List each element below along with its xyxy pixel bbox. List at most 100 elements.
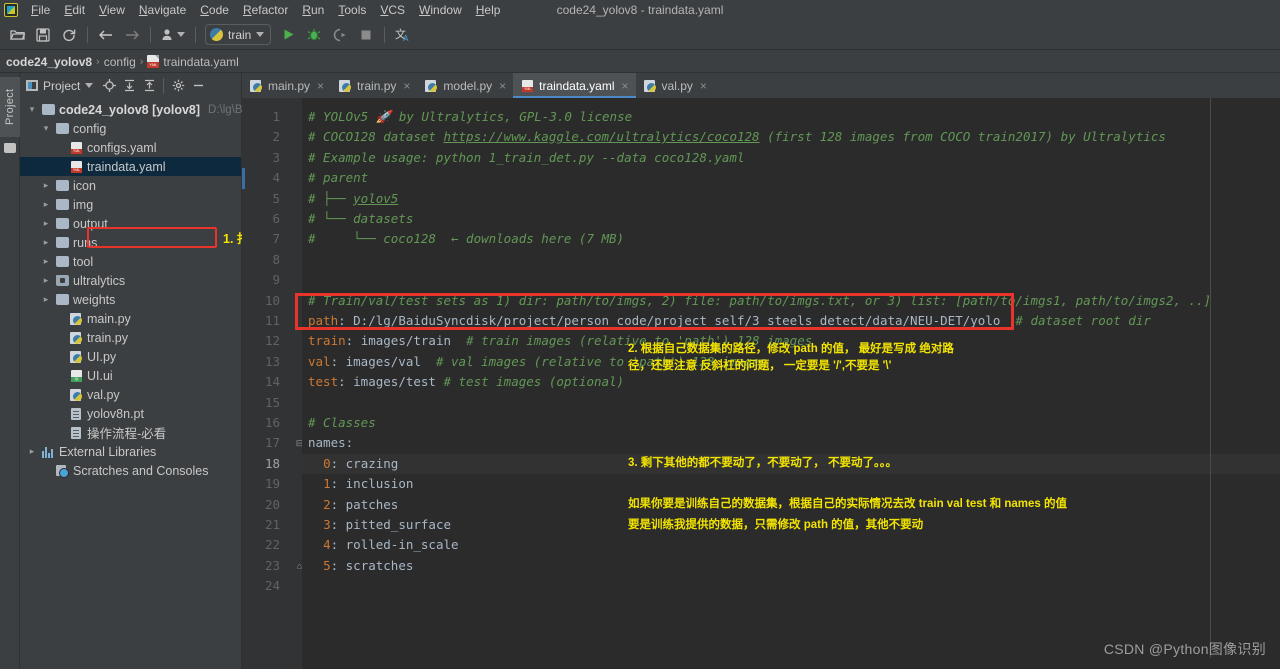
tree-item-icon[interactable]: icon xyxy=(20,176,241,195)
code-line[interactable]: 2: patches xyxy=(302,495,398,515)
save-all-icon[interactable] xyxy=(32,24,54,46)
menu-item-file[interactable]: File xyxy=(24,1,57,19)
code-line[interactable]: # COCO128 dataset https://www.kaggle.com… xyxy=(302,127,1166,147)
editor-gutter[interactable]: 123456789101112131415161718192021222324⊟… xyxy=(242,98,302,669)
tree-item-output[interactable]: output xyxy=(20,214,241,233)
tree-item-ultralytics[interactable]: ultralytics xyxy=(20,271,241,290)
code-line[interactable]: 5: scratches xyxy=(302,556,413,576)
expand-all-icon[interactable] xyxy=(120,77,138,95)
tree-item-img[interactable]: img xyxy=(20,195,241,214)
chevron-right-icon[interactable] xyxy=(40,199,52,210)
chevron-down-icon[interactable] xyxy=(85,83,93,88)
tree-item-code24-yolov8-yolov8-[interactable]: code24_yolov8 [yolov8]D:\lg\Bai xyxy=(20,100,241,119)
chevron-right-icon[interactable] xyxy=(26,446,38,457)
chevron-right-icon[interactable] xyxy=(40,256,52,267)
code-line[interactable]: # YOLOv5 🚀 by Ultralytics, GPL-3.0 licen… xyxy=(302,107,632,127)
code-content[interactable]: # YOLOv5 🚀 by Ultralytics, GPL-3.0 licen… xyxy=(302,98,1280,669)
code-line[interactable]: test: images/test # test images (optiona… xyxy=(302,372,624,392)
gear-settings-icon[interactable] xyxy=(169,77,187,95)
editor-tab-train-py[interactable]: train.py× xyxy=(331,73,417,98)
tree-item-external-libraries[interactable]: External Libraries xyxy=(20,442,241,461)
menu-item-edit[interactable]: Edit xyxy=(57,1,92,19)
code-line[interactable]: # Classes xyxy=(302,413,376,433)
run-with-coverage-button[interactable] xyxy=(329,24,351,46)
menu-item-code[interactable]: Code xyxy=(193,1,236,19)
code-line[interactable] xyxy=(302,270,308,290)
tree-item-tool[interactable]: tool xyxy=(20,252,241,271)
tree-item-config[interactable]: config xyxy=(20,119,241,138)
chevron-right-icon[interactable] xyxy=(40,294,52,305)
tree-item-val.py[interactable]: val.py xyxy=(20,385,241,404)
forward-arrow-icon[interactable] xyxy=(121,24,143,46)
code-line[interactable]: # parent xyxy=(302,168,368,188)
close-icon[interactable]: × xyxy=(499,79,506,93)
locate-target-icon[interactable] xyxy=(100,77,118,95)
menu-item-view[interactable]: View xyxy=(92,1,132,19)
chevron-right-icon[interactable] xyxy=(40,218,52,229)
menu-item-help[interactable]: Help xyxy=(469,1,508,19)
breadcrumb-file[interactable]: traindata.yaml xyxy=(163,55,238,69)
code-line[interactable]: 1: inclusion xyxy=(302,474,413,494)
breadcrumb-project[interactable]: code24_yolov8 xyxy=(6,55,92,69)
line-number: 16 xyxy=(240,413,280,433)
translate-icon[interactable]: 文A xyxy=(392,24,414,46)
chevron-right-icon[interactable] xyxy=(40,237,52,248)
code-line[interactable]: 4: rolled-in_scale xyxy=(302,535,459,555)
hide-panel-icon[interactable] xyxy=(189,77,207,95)
profile-dropdown-icon[interactable] xyxy=(158,24,188,46)
run-configuration-selector[interactable]: train xyxy=(205,24,271,45)
code-token: 2 xyxy=(323,497,331,512)
editor-tab-val-py[interactable]: val.py× xyxy=(636,73,714,98)
code-line[interactable]: # Example usage: python 1_train_det.py -… xyxy=(302,148,745,168)
run-button[interactable] xyxy=(277,24,299,46)
tree-item-ui.py[interactable]: UI.py xyxy=(20,347,241,366)
chevron-right-icon[interactable] xyxy=(40,275,52,286)
chevron-right-icon[interactable] xyxy=(40,180,52,191)
stop-button[interactable] xyxy=(355,24,377,46)
code-line[interactable]: path: D:/lg/BaiduSyncdisk/project/person… xyxy=(302,311,1151,331)
sidebar-item-project-tab[interactable]: Project xyxy=(0,77,20,137)
tree-item-yolov8n.pt[interactable]: yolov8n.pt xyxy=(20,404,241,423)
editor-tab-model-py[interactable]: model.py× xyxy=(417,73,513,98)
close-icon[interactable]: × xyxy=(317,79,324,93)
tree-item-ui.ui[interactable]: UI.ui xyxy=(20,366,241,385)
breadcrumb-folder[interactable]: config xyxy=(104,55,136,69)
tree-item-runs[interactable]: runs xyxy=(20,233,241,252)
code-line[interactable]: # └── datasets xyxy=(302,209,413,229)
code-line[interactable] xyxy=(302,576,308,596)
tree-item-main.py[interactable]: main.py xyxy=(20,309,241,328)
menu-item-navigate[interactable]: Navigate xyxy=(132,1,193,19)
open-folder-icon[interactable] xyxy=(6,24,28,46)
close-icon[interactable]: × xyxy=(403,79,410,93)
code-line[interactable]: # ├── yolov5 xyxy=(302,189,398,209)
menu-item-vcs[interactable]: VCS xyxy=(373,1,412,19)
tree-item-configs.yaml[interactable]: configs.yaml xyxy=(20,138,241,157)
chevron-down-icon[interactable] xyxy=(26,104,38,115)
tree-item-train.py[interactable]: train.py xyxy=(20,328,241,347)
chevron-down-icon[interactable] xyxy=(40,123,52,134)
menu-item-run[interactable]: Run xyxy=(295,1,331,19)
code-line[interactable] xyxy=(302,250,308,270)
sync-refresh-icon[interactable] xyxy=(58,24,80,46)
code-line[interactable]: # Train/val/test sets as 1) dir: path/to… xyxy=(302,291,1211,311)
menu-item-refactor[interactable]: Refactor xyxy=(236,1,295,19)
code-line[interactable]: 0: crazing xyxy=(302,454,398,474)
code-line[interactable]: # └── coco128 ← downloads here (7 MB) xyxy=(302,229,624,249)
menu-item-window[interactable]: Window xyxy=(412,1,469,19)
collapse-all-icon[interactable] xyxy=(140,77,158,95)
tree-item-weights[interactable]: weights xyxy=(20,290,241,309)
menu-item-tools[interactable]: Tools xyxy=(331,1,373,19)
tree-item-scratches-and-consoles[interactable]: Scratches and Consoles xyxy=(20,461,241,480)
tree-item--[interactable]: 操作流程-必看 xyxy=(20,423,241,442)
editor-tab-main-py[interactable]: main.py× xyxy=(242,73,331,98)
editor-tab-traindata-yaml[interactable]: traindata.yaml× xyxy=(513,73,635,98)
project-panel-title-group[interactable]: Project xyxy=(26,79,93,93)
debug-button[interactable] xyxy=(303,24,325,46)
tree-item-traindata.yaml[interactable]: traindata.yaml xyxy=(20,157,241,176)
code-line[interactable]: 3: pitted_surface xyxy=(302,515,451,535)
close-icon[interactable]: × xyxy=(700,79,707,93)
code-line[interactable] xyxy=(302,393,308,413)
code-line[interactable]: names: xyxy=(302,433,353,453)
back-arrow-icon[interactable] xyxy=(95,24,117,46)
close-icon[interactable]: × xyxy=(622,79,629,93)
